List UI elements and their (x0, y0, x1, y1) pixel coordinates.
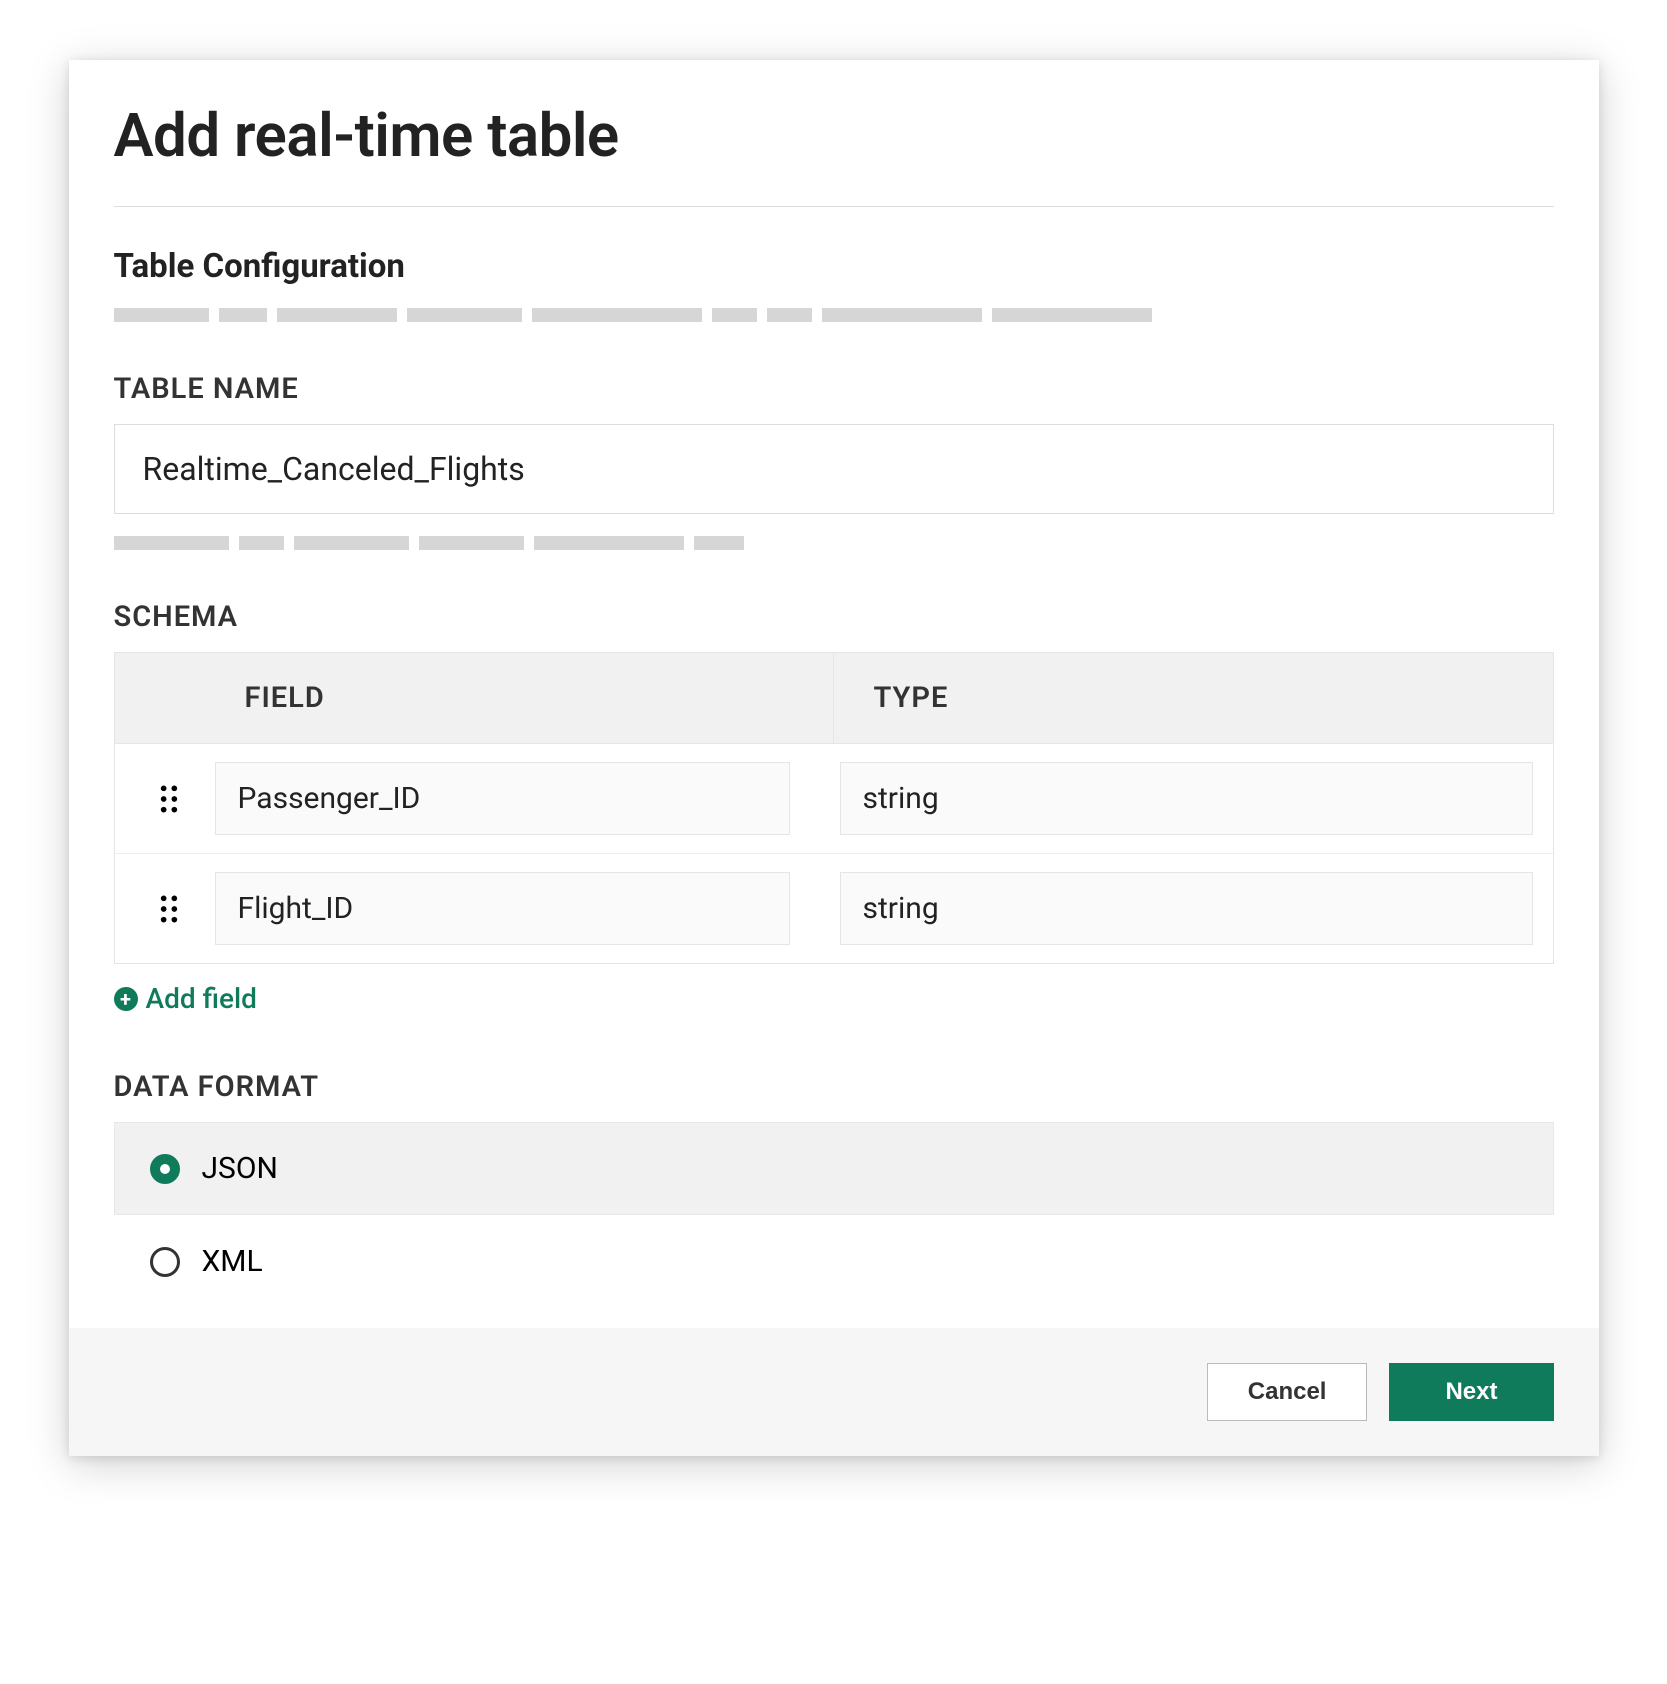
drag-handle-icon[interactable] (153, 783, 185, 815)
data-format-radio-group: JSON XML (114, 1122, 1554, 1308)
schema-label: SCHEMA (114, 600, 1554, 634)
table-configuration-description-placeholder (114, 308, 1554, 322)
schema-table-header: FIELD TYPE (115, 653, 1553, 744)
cancel-button[interactable]: Cancel (1207, 1363, 1368, 1421)
divider (114, 206, 1554, 207)
schema-column-field: FIELD (115, 653, 834, 743)
radio-label: JSON (202, 1151, 278, 1186)
schema-table: FIELD TYPE (114, 652, 1554, 964)
data-format-option-xml[interactable]: XML (114, 1215, 1554, 1308)
dialog-body: Add real-time table Table Configuration … (69, 60, 1599, 1308)
schema-column-type: TYPE (834, 653, 1553, 743)
next-button[interactable]: Next (1389, 1363, 1553, 1421)
add-field-button[interactable]: + Add field (114, 982, 257, 1015)
schema-type-input[interactable] (840, 762, 1533, 835)
schema-field-input[interactable] (215, 872, 790, 945)
schema-row (115, 854, 1553, 963)
table-name-input[interactable] (114, 424, 1554, 514)
add-field-label: Add field (146, 982, 257, 1015)
plus-circle-icon: + (114, 987, 138, 1011)
data-format-option-json[interactable]: JSON (114, 1122, 1554, 1215)
schema-type-input[interactable] (840, 872, 1533, 945)
table-configuration-heading: Table Configuration (114, 247, 1554, 286)
dialog-footer: Cancel Next (69, 1328, 1599, 1456)
radio-unselected-icon (150, 1247, 180, 1277)
radio-label: XML (202, 1244, 263, 1279)
table-name-label: TABLE NAME (114, 372, 1554, 406)
data-format-label: DATA FORMAT (114, 1070, 1554, 1104)
schema-row (115, 744, 1553, 854)
table-name-hint-placeholder (114, 536, 1554, 550)
radio-selected-icon (150, 1154, 180, 1184)
drag-handle-icon[interactable] (153, 893, 185, 925)
schema-field-input[interactable] (215, 762, 790, 835)
dialog-title: Add real-time table (114, 100, 1554, 171)
add-real-time-table-dialog: Add real-time table Table Configuration … (69, 60, 1599, 1456)
